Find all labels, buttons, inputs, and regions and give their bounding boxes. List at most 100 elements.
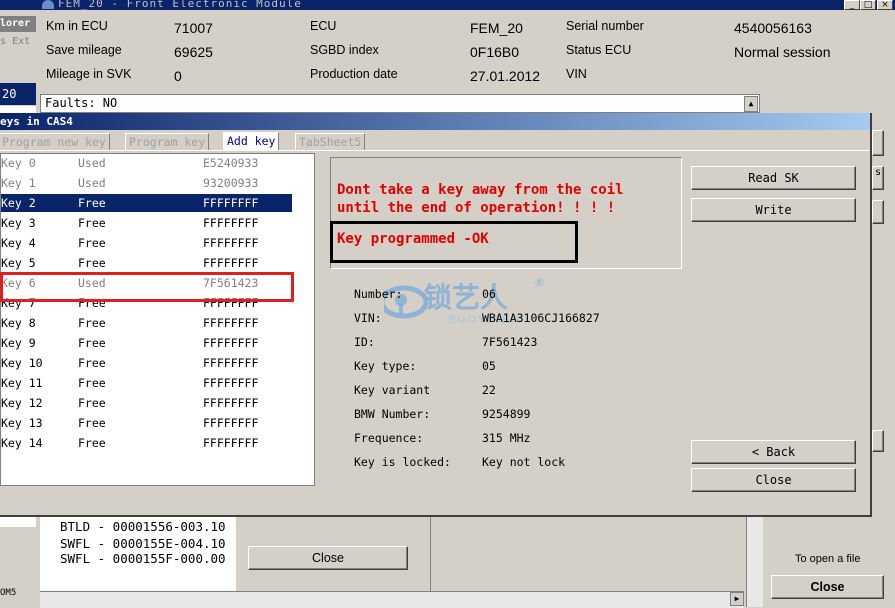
sgbd-label: SGBD index — [310, 43, 379, 57]
key-status: Free — [78, 376, 106, 390]
left-status-port: OM5 — [0, 588, 17, 598]
key-name: Key 12 — [1, 396, 43, 410]
key-detail-row: Key variant 22 — [354, 383, 496, 397]
key-status: Free — [78, 216, 106, 230]
km-in-ecu-value: 71007 — [174, 20, 213, 36]
right-scrollbar[interactable] — [746, 517, 763, 607]
km-in-ecu-label: Km in ECU — [46, 19, 108, 33]
mileage-svk-label: Mileage in SVK — [46, 67, 132, 81]
key-row[interactable]: Key 14 Free FFFFFFFF — [1, 434, 292, 452]
detail-label: VIN: — [354, 311, 382, 325]
key-status: Free — [78, 256, 106, 270]
key-id: 93200933 — [203, 176, 259, 190]
key-name: Key 9 — [1, 336, 36, 350]
mileage-svk-value: 0 — [174, 68, 182, 84]
key-row[interactable]: Key 9 Free FFFFFFFF — [1, 334, 292, 352]
key-id: FFFFFFFF — [203, 356, 259, 370]
version-line-swfl-2: SWFL - 0000155F-000.00 — [60, 551, 226, 566]
faults-scrollbar[interactable]: ▲ — [744, 96, 758, 112]
key-row[interactable]: Key 8 Free FFFFFFFF — [1, 314, 292, 332]
status-ecu-value: Normal session — [734, 44, 831, 60]
ecu-info-panel: Km in ECU 71007 Save mileage 69625 Milea… — [40, 12, 885, 92]
key-name: Key 13 — [1, 416, 43, 430]
key-status: Used — [78, 176, 106, 190]
key-row[interactable]: Key 10 Free FFFFFFFF — [1, 354, 292, 372]
right-bg-button-2[interactable]: s — [872, 166, 884, 190]
scroll-right-arrow[interactable]: ▶ — [730, 592, 744, 606]
key-row[interactable]: Key 12 Free FFFFFFFF — [1, 394, 292, 412]
left-selected-item[interactable]: 20 — [0, 83, 36, 105]
detail-value: 06 — [482, 287, 496, 301]
key-status: Free — [78, 316, 106, 330]
detail-label: Number: — [354, 287, 403, 301]
ecu-label: ECU — [310, 19, 337, 33]
key-status: Free — [78, 236, 106, 250]
key-status: Free — [78, 356, 106, 370]
tab-divider — [0, 150, 870, 151]
bottom-close-button[interactable]: Close — [248, 546, 408, 570]
detail-label: ID: — [354, 335, 375, 349]
key-detail-row: Frequence: 315 MHz — [354, 431, 530, 445]
key-status: Free — [78, 416, 106, 430]
bottom-scrollbar[interactable] — [40, 591, 744, 608]
key-id: FFFFFFFF — [203, 396, 259, 410]
sgbd-value: 0F16B0 — [470, 44, 520, 60]
right-close-button[interactable]: Close — [771, 575, 884, 599]
highlight-box — [0, 272, 294, 302]
detail-label: Key is locked: — [354, 455, 451, 469]
maximize-button[interactable]: □ — [860, 0, 876, 10]
key-detail-row: VIN: WBA1A3106CJ166827 — [354, 311, 600, 325]
production-date-label: Production date — [310, 67, 398, 81]
key-name: Key 1 — [1, 176, 36, 190]
close-dialog-button[interactable]: Close — [691, 468, 856, 492]
back-button[interactable]: < Back — [691, 440, 856, 464]
key-status: Free — [78, 336, 106, 350]
detail-value: Key not lock — [482, 455, 566, 469]
read-sk-button[interactable]: Read SK — [691, 166, 856, 190]
right-bg-button-4[interactable] — [872, 430, 884, 452]
faults-memo[interactable]: Faults: NO — [40, 94, 760, 113]
left-tab-explorer[interactable]: lorer — [0, 16, 36, 32]
write-button[interactable]: Write — [691, 198, 856, 222]
key-name: Key 8 — [1, 316, 36, 330]
key-row[interactable]: Key 0 Used E5240933 — [1, 154, 292, 172]
close-window-button[interactable]: × — [877, 0, 893, 10]
tab-add-key[interactable]: Add key — [223, 132, 280, 151]
right-bg-button-3[interactable] — [872, 200, 884, 224]
key-id: FFFFFFFF — [203, 316, 259, 330]
key-name: Key 3 — [1, 216, 36, 230]
minimize-button[interactable]: _ — [844, 0, 860, 10]
key-row[interactable]: Key 1 Used 93200933 — [1, 174, 292, 192]
key-row[interactable]: Key 4 Free FFFFFFFF — [1, 234, 292, 252]
key-id: E5240933 — [203, 156, 259, 170]
key-row[interactable]: Key 11 Free FFFFFFFF — [1, 374, 292, 392]
dialog-title-bar: eys in CAS4 — [0, 113, 870, 130]
key-detail-row: Number: 06 — [354, 287, 496, 301]
key-id: FFFFFFFF — [203, 416, 259, 430]
tab-tabsheet5[interactable]: TabSheet5 — [295, 133, 366, 150]
watermark-logo: 锁艺人 ® SUOYIREN — [379, 276, 564, 334]
key-row[interactable]: Key 2 Free FFFFFFFF — [1, 194, 292, 212]
window-title: FEM_20 - Front Electronic Module — [58, 0, 302, 10]
right-bg-button-1[interactable] — [872, 130, 884, 156]
key-status: Free — [78, 196, 106, 210]
key-name: Key 5 — [1, 256, 36, 270]
key-row[interactable]: Key 5 Free FFFFFFFF — [1, 254, 292, 272]
key-row[interactable]: Key 13 Free FFFFFFFF — [1, 414, 292, 432]
serial-number-value: 4540056163 — [734, 20, 812, 36]
tab-program-new-key[interactable]: Program new key — [0, 133, 110, 150]
key-list[interactable]: Key 0 Used E5240933 Key 1 Used 93200933 Key 2 F… — [0, 153, 315, 486]
key-id: FFFFFFFF — [203, 336, 259, 350]
key-id: FFFFFFFF — [203, 376, 259, 390]
window-icon — [42, 0, 54, 9]
detail-value: 9254899 — [482, 407, 531, 421]
detail-value: WBA1A3106CJ166827 — [482, 311, 600, 325]
key-row[interactable]: Key 3 Free FFFFFFFF — [1, 214, 292, 232]
key-status: Free — [78, 396, 106, 410]
ecu-value: FEM_20 — [470, 20, 523, 36]
key-id: FFFFFFFF — [203, 236, 259, 250]
tab-program-key[interactable]: Program key — [125, 133, 210, 150]
key-name: Key 0 — [1, 156, 36, 170]
warning-line-2: until the end of operation! ! ! ! — [337, 200, 616, 216]
key-name: Key 2 — [1, 196, 36, 210]
